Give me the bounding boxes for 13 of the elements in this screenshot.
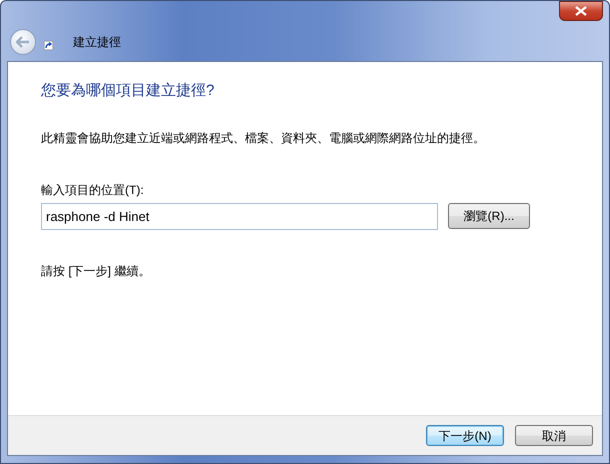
- close-icon: [575, 6, 587, 16]
- close-button[interactable]: [559, 1, 603, 21]
- hint-text: 請按 [下一步] 繼續。: [41, 262, 152, 280]
- description-text: 此精靈會協助您建立近端或網路程式、檔案、資料夾、電腦或網際網路位址的捷徑。: [41, 130, 486, 146]
- window-title: 建立捷徑: [73, 34, 121, 51]
- back-arrow-icon: [16, 36, 30, 48]
- location-label: 輸入項目的位置(T):: [41, 182, 145, 198]
- page-heading: 您要為哪個項目建立捷徑?: [41, 81, 216, 101]
- dialog-button[interactable]: 下一步(N): [426, 425, 504, 446]
- browse-button[interactable]: 瀏覽(R)...: [448, 203, 530, 229]
- shortcut-icon: [44, 40, 53, 50]
- dialog-button[interactable]: 取消: [515, 425, 593, 446]
- location-field[interactable]: rasphone -d Hinet: [41, 202, 438, 230]
